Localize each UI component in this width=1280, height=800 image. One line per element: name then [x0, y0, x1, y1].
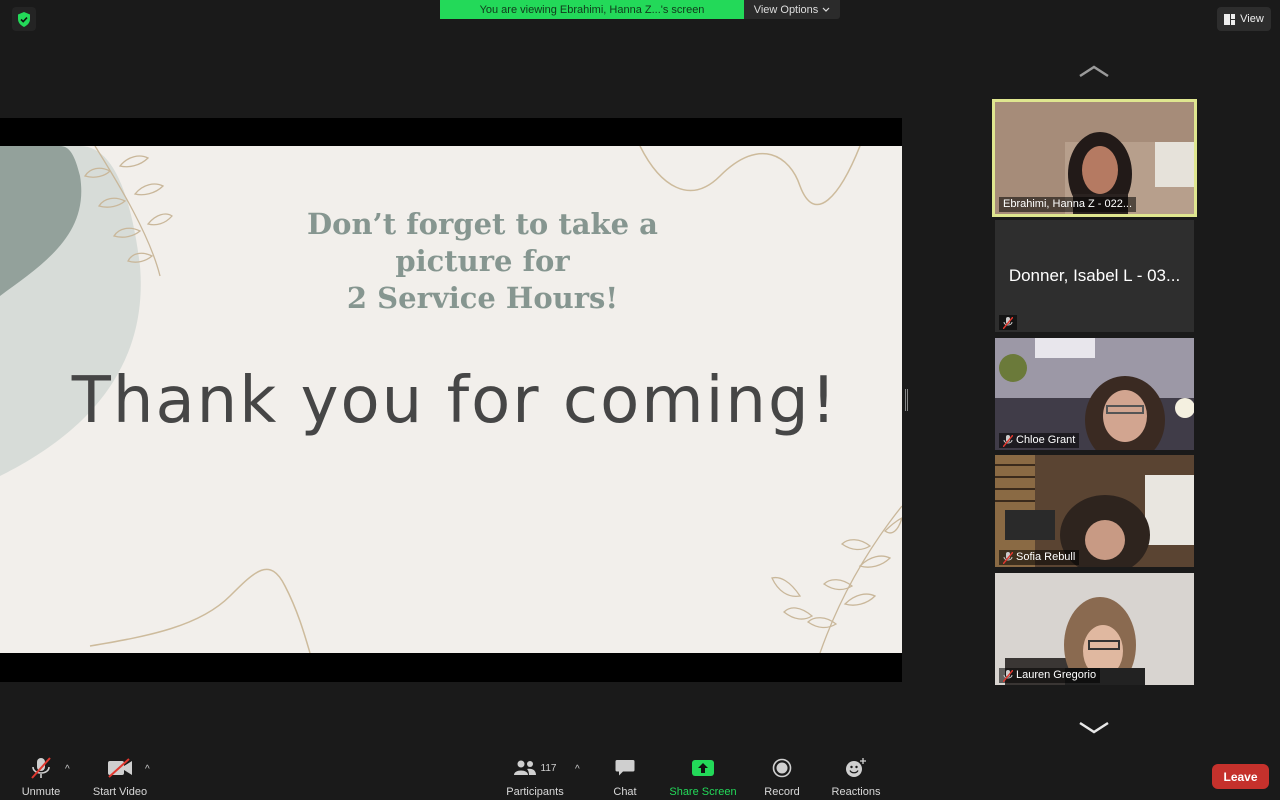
video-tile-donner[interactable]: Donner, Isabel L - 03... [995, 220, 1194, 332]
chevron-down-icon [822, 7, 830, 12]
share-screen-button[interactable]: Share Screen [666, 756, 740, 800]
shared-screen: Don’t forget to take a picture for 2 Ser… [0, 118, 902, 682]
slide-subtitle: Don’t forget to take a picture for 2 Ser… [250, 206, 715, 317]
slide-title: Thank you for coming! [71, 364, 839, 438]
share-screen-icon [692, 760, 714, 776]
participant-name-tag: Sofia Rebull [999, 550, 1080, 565]
participant-name: Lauren Gregorio [1016, 669, 1097, 681]
chat-button[interactable]: Chat [605, 756, 645, 800]
unmute-label: Unmute [21, 786, 61, 798]
participant-name-large: Donner, Isabel L - 03... [1008, 266, 1181, 285]
participants-label: Participants [506, 786, 564, 798]
record-label: Record [764, 786, 800, 798]
gallery-scroll-down-icon[interactable] [1078, 721, 1110, 735]
video-tile-sofia-rebull[interactable]: Sofia Rebull [995, 455, 1194, 567]
muted-microphone-icon [1003, 434, 1013, 447]
participant-name-tag [999, 315, 1017, 330]
video-camera-off-icon [108, 758, 132, 778]
muted-microphone-icon [1003, 551, 1013, 564]
reactions-label: Reactions [831, 786, 881, 798]
chat-bubble-icon [615, 760, 635, 776]
security-shield-button[interactable] [12, 7, 36, 31]
view-button-label: View [1240, 13, 1264, 25]
participant-name-tag: Lauren Gregorio [999, 668, 1101, 683]
participant-name-tag: Chloe Grant [999, 433, 1080, 448]
view-button[interactable]: View [1217, 7, 1271, 31]
participants-count: 117 [540, 762, 557, 774]
shield-icon [18, 11, 30, 27]
reactions-emoji-icon [846, 758, 866, 777]
chat-label: Chat [613, 786, 637, 798]
slide-subtitle-line1: Don’t forget to take a picture for [307, 207, 658, 278]
meeting-toolbar: Unmute ^ Start Video ^ 117 Participants … [0, 752, 1280, 800]
participant-name: Sofia Rebull [1016, 551, 1076, 563]
reactions-button[interactable]: Reactions [826, 756, 886, 800]
leave-button[interactable]: Leave [1212, 764, 1269, 789]
panel-resize-handle[interactable] [905, 389, 908, 411]
participant-name: Chloe Grant [1016, 434, 1076, 446]
view-options-button[interactable]: View Options [744, 0, 840, 19]
unmute-button[interactable]: Unmute [18, 756, 64, 800]
muted-microphone-icon [1003, 316, 1013, 329]
participants-icon [513, 760, 536, 775]
presentation-slide: Don’t forget to take a picture for 2 Ser… [0, 146, 902, 653]
viewing-banner-text: You are viewing Ebrahimi, Hanna Z...'s s… [440, 0, 744, 19]
gallery-scroll-up-icon[interactable] [1078, 64, 1110, 78]
video-tile-chloe-grant[interactable]: Chloe Grant [995, 338, 1194, 450]
record-icon [772, 758, 792, 778]
audio-options-caret[interactable]: ^ [65, 764, 70, 775]
participants-options-caret[interactable]: ^ [575, 764, 580, 775]
view-options-label: View Options [753, 3, 819, 16]
record-button[interactable]: Record [761, 756, 803, 800]
start-video-label: Start Video [92, 786, 148, 798]
start-video-button[interactable]: Start Video [88, 756, 152, 800]
slide-subtitle-line2: 2 Service Hours! [346, 281, 619, 315]
participant-name: Ebrahimi, Hanna Z - 022... [1003, 198, 1133, 210]
video-tile-ebrahimi[interactable]: Ebrahimi, Hanna Z - 022... [992, 99, 1197, 217]
viewing-banner: You are viewing Ebrahimi, Hanna Z...'s s… [440, 0, 840, 19]
microphone-muted-icon [31, 757, 51, 779]
video-tile-lauren-gregorio[interactable]: Lauren Gregorio [995, 573, 1194, 685]
participants-button[interactable]: 117 Participants [500, 756, 570, 800]
video-options-caret[interactable]: ^ [145, 764, 150, 775]
muted-microphone-icon [1003, 669, 1013, 682]
participant-name-tag: Ebrahimi, Hanna Z - 022... [999, 197, 1137, 212]
share-screen-label: Share Screen [669, 786, 737, 798]
gallery-view-icon [1224, 13, 1236, 25]
